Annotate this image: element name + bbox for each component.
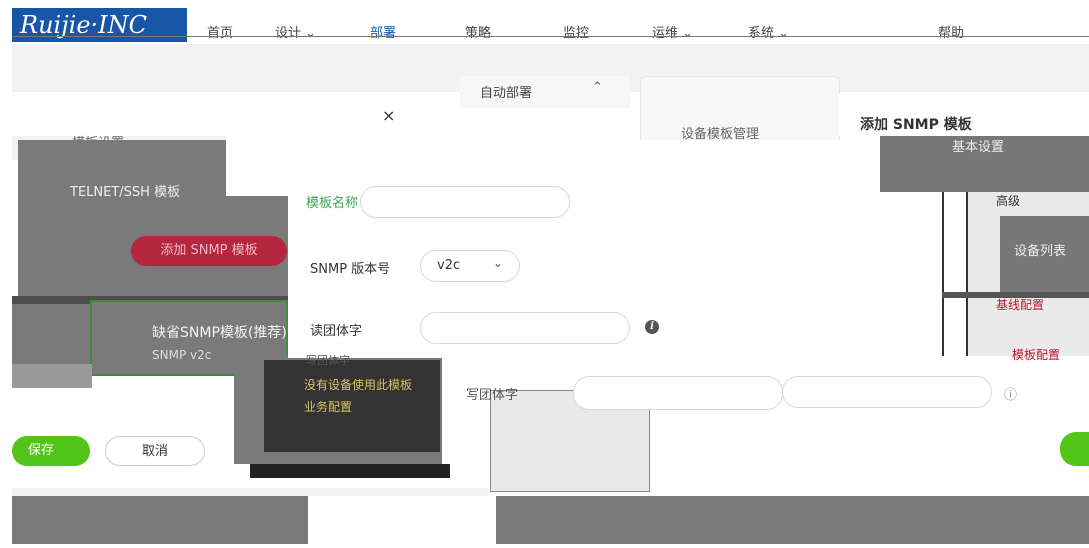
bottom-gray-band: [496, 496, 1089, 544]
nav-item-help[interactable]: 帮助: [938, 22, 964, 41]
business-config-link[interactable]: 业务配置: [304, 398, 352, 415]
no-device-message: 没有设备使用此模板: [304, 378, 413, 392]
nav-item-home[interactable]: 首页: [207, 22, 233, 41]
default-template-label: 缺省SNMP模板(推荐): [152, 325, 287, 341]
bottom-strip: [12, 488, 488, 496]
nav-item-system[interactable]: 系统 ⌄: [748, 22, 789, 41]
template-config-link[interactable]: 模板配置: [1012, 346, 1060, 363]
left-gray-block-4: [12, 364, 92, 388]
no-device-panel: 没有设备使用此模板 业务配置: [264, 360, 440, 452]
telnet-ssh-label: TELNET/SSH 模板: [70, 185, 181, 200]
write-community-input-2[interactable]: [782, 376, 992, 408]
default-template-version: SNMP v2c: [152, 348, 212, 362]
device-list-box[interactable]: 设备列表: [1000, 216, 1089, 292]
cancel-button[interactable]: 取消: [105, 436, 205, 466]
write-community-label: 写团体字: [306, 354, 350, 367]
right-panel-header: 添加 SNMP 模板: [838, 92, 1089, 136]
chevron-up-icon: ⌃: [592, 80, 603, 95]
nav-item-ops[interactable]: 运维 ⌄: [652, 22, 693, 41]
write-community-bg-text: 写团体字: [466, 388, 519, 403]
right-confirm-button[interactable]: [1060, 432, 1089, 466]
advanced-label[interactable]: 高级: [996, 192, 1020, 209]
read-community-label: 读团体字: [310, 324, 363, 339]
write-community-bg-input: [573, 376, 783, 410]
telnet-ssh-tab[interactable]: TELNET/SSH 模板: [20, 181, 230, 200]
snmp-version-select[interactable]: v2c ⌄: [420, 250, 520, 282]
device-list-label: 设备列表: [1014, 244, 1067, 259]
right-left-edge: [942, 192, 968, 356]
close-icon[interactable]: ×: [382, 106, 395, 125]
snmp-version-value: v2c: [437, 258, 461, 273]
chevron-down-icon: ⌄: [301, 26, 317, 41]
basic-settings-label[interactable]: 基本设置: [952, 136, 1004, 155]
nav-item-deploy[interactable]: 部署: [370, 22, 396, 41]
right-section-tab: 基本设置: [880, 136, 1089, 192]
nav-item-policy[interactable]: 策略: [465, 22, 491, 41]
auto-deploy-panel[interactable]: 自动部署 ⌃: [460, 76, 630, 108]
read-community-input[interactable]: [420, 312, 630, 344]
nav-item-monitor[interactable]: 监控: [563, 22, 589, 41]
nav-item-label: 设计: [275, 26, 302, 41]
write-community-bg-label: 写团体字: [466, 384, 518, 403]
chevron-down-icon: ⌄: [774, 26, 790, 41]
nav-item-label: 运维: [652, 26, 679, 41]
template-name-input[interactable]: [360, 186, 570, 218]
left-bottom-gray: [12, 496, 308, 544]
center-dark-strip: [250, 464, 450, 478]
snmp-version-label: SNMP 版本号: [310, 262, 391, 277]
template-name-label: 模板名称: [306, 196, 359, 211]
device-template-card: 设备模板管理: [640, 76, 840, 146]
link-config-link[interactable]: 基线配置: [996, 296, 1044, 313]
chevron-down-icon: ⌄: [493, 256, 504, 270]
left-card-header: ×: [12, 92, 422, 136]
nav-item-design[interactable]: 设计 ⌄: [275, 22, 316, 41]
add-snmp-template-button[interactable]: 添加 SNMP 模板: [131, 236, 287, 266]
info-circle-icon: ⓘ: [1004, 388, 1018, 403]
nav-divider: [12, 36, 1089, 37]
right-panel-title: 添加 SNMP 模板: [860, 117, 972, 133]
left-gray-block-3: [12, 304, 90, 364]
auto-deploy-label: 自动部署: [480, 86, 533, 101]
nav-item-label: 系统: [748, 26, 775, 41]
info-icon[interactable]: i: [645, 320, 659, 334]
save-button[interactable]: 保存: [12, 436, 90, 466]
chevron-down-icon: ⌄: [678, 26, 694, 41]
